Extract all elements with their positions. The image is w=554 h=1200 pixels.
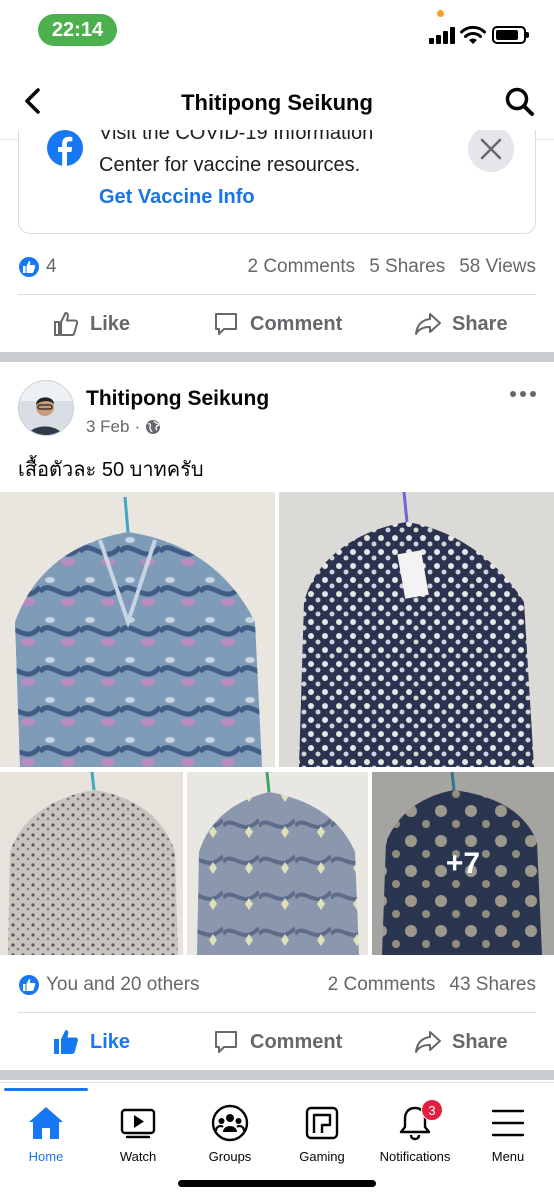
post-photo-2[interactable] — [279, 492, 554, 767]
more-photos-overlay[interactable]: +7 — [372, 772, 554, 955]
tab-notifications[interactable]: 3 Notifications — [369, 1083, 461, 1183]
share-button[interactable]: Share — [414, 295, 508, 353]
share-label: Share — [452, 1030, 508, 1053]
post-photo-3[interactable] — [0, 772, 183, 955]
tab-label: Home — [28, 1149, 64, 1164]
page-title: Thitipong Seikung — [181, 90, 373, 115]
tab-label: Notifications — [379, 1149, 451, 1164]
tab-home[interactable]: Home — [0, 1083, 92, 1183]
comment-icon — [215, 1031, 237, 1053]
search-button[interactable] — [504, 86, 536, 118]
tab-label: Groups — [208, 1149, 252, 1164]
post-text: เสื้อตัวละ 50 บาทครับ — [18, 459, 204, 481]
tab-label: Watch — [119, 1149, 157, 1164]
profile-header: Thitipong Seikung — [0, 62, 554, 140]
meta-separator: · — [134, 417, 141, 436]
wifi-icon — [460, 25, 486, 44]
post-actions: Like Comment Share — [0, 1013, 554, 1071]
menu-icon — [491, 1109, 525, 1137]
more-options-button[interactable] — [510, 384, 538, 404]
share-icon — [415, 1031, 441, 1053]
post-meta: 3 Feb · — [86, 417, 161, 437]
share-button[interactable]: Share — [414, 1013, 508, 1071]
post-photo-5[interactable]: +7 — [372, 772, 554, 955]
share-count[interactable]: 43 Shares — [449, 974, 536, 995]
comment-button[interactable]: Comment — [212, 295, 342, 353]
avatar[interactable] — [18, 380, 74, 436]
post-separator — [0, 1070, 554, 1080]
globe-icon — [146, 420, 161, 434]
reaction-count[interactable]: You and 20 others — [46, 974, 200, 996]
home-icon — [29, 1107, 63, 1139]
gaming-icon — [305, 1106, 339, 1140]
vaccine-text-line1: Visit the COVID-19 Information — [99, 130, 374, 144]
prev-post-actions: Like Comment Share — [0, 295, 554, 353]
vaccine-text-line2: Center for vaccine resources. — [99, 154, 361, 176]
notification-badge: 3 — [421, 1099, 443, 1121]
post-separator — [0, 352, 554, 362]
like-button[interactable]: Like — [52, 295, 130, 353]
back-button[interactable] — [18, 86, 48, 116]
share-count[interactable]: 5 Shares — [369, 256, 445, 277]
post-counts: You and 20 others 2 Comments 43 Shares — [18, 968, 536, 1004]
vaccine-info-card: Visit the COVID-19 Information Center fo… — [18, 130, 536, 234]
prev-post-counts: 4 2 Comments 5 Shares 58 Views — [18, 250, 536, 286]
tab-watch[interactable]: Watch — [92, 1083, 184, 1183]
groups-icon — [211, 1104, 249, 1142]
like-reaction-icon — [18, 974, 40, 996]
home-indicator[interactable] — [178, 1180, 376, 1187]
view-count: 58 Views — [459, 256, 536, 277]
like-button[interactable]: Like — [52, 1013, 130, 1071]
comment-icon — [215, 313, 237, 335]
thumbs-up-icon — [54, 312, 79, 336]
tab-label: Gaming — [299, 1149, 345, 1164]
post-author[interactable]: Thitipong Seikung — [86, 387, 269, 411]
comment-count[interactable]: 2 Comments — [328, 974, 436, 995]
post-date[interactable]: 3 Feb — [86, 417, 129, 437]
comment-label: Comment — [250, 1030, 343, 1053]
like-label: Like — [90, 312, 131, 335]
tab-groups[interactable]: Groups — [184, 1083, 276, 1183]
battery-icon — [492, 26, 529, 44]
thumbs-up-filled-icon — [54, 1030, 78, 1054]
comment-button[interactable]: Comment — [212, 1013, 342, 1071]
reaction-count[interactable]: 4 — [46, 256, 57, 278]
share-label: Share — [452, 312, 508, 335]
close-card-button[interactable] — [468, 130, 514, 172]
comment-label: Comment — [250, 312, 343, 335]
status-bar: 22:14 — [0, 0, 554, 62]
share-icon — [415, 313, 441, 335]
post-photo-1[interactable] — [0, 492, 275, 767]
close-icon — [480, 138, 502, 160]
watch-icon — [120, 1108, 156, 1139]
status-time: 22:14 — [38, 14, 117, 46]
post-photo-4[interactable] — [187, 772, 368, 955]
comment-count[interactable]: 2 Comments — [247, 256, 355, 277]
facebook-logo-icon — [47, 130, 83, 166]
tab-label: Menu — [491, 1149, 525, 1164]
like-label: Like — [90, 1030, 131, 1053]
get-vaccine-info-link[interactable]: Get Vaccine Info — [99, 186, 255, 209]
cellular-signal-icon — [429, 27, 455, 44]
privacy-indicator — [437, 10, 444, 17]
tab-menu[interactable]: Menu — [462, 1083, 554, 1183]
tab-gaming[interactable]: Gaming — [276, 1083, 368, 1183]
like-reaction-icon — [18, 256, 40, 278]
